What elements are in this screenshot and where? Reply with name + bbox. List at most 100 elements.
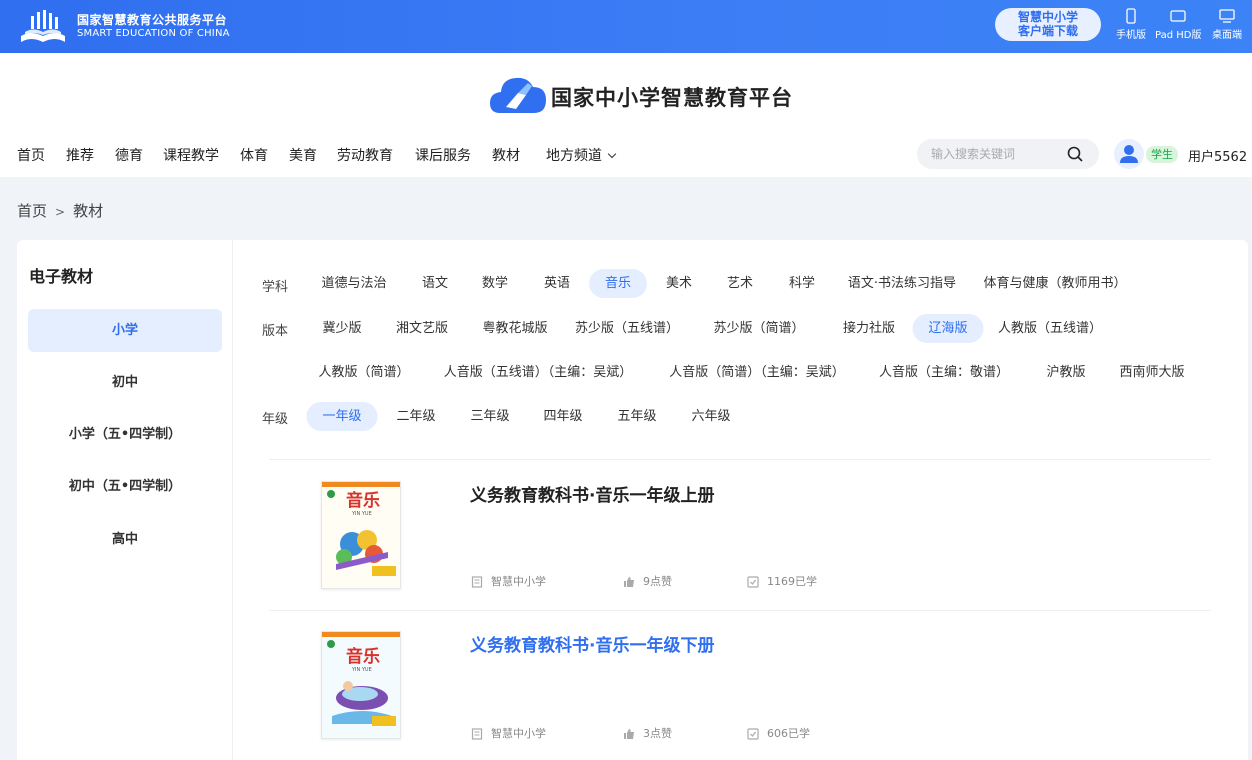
desktop-version-link[interactable]: 桌面端 [1212, 8, 1242, 41]
sidebar: 电子教材 小学 初中 小学（五•四学制） 初中（五•四学制） 高中 [17, 240, 233, 760]
nav-item-arts[interactable]: 美育 [289, 145, 317, 165]
book-logo-icon [21, 10, 65, 42]
phone-icon [1126, 8, 1136, 24]
book-title[interactable]: 义务教育教科书·音乐一年级下册 [470, 631, 714, 656]
subject-chip[interactable]: 语文·书法练习指导 [832, 269, 972, 298]
edition-chip[interactable]: 苏少版（五线谱） [559, 314, 695, 343]
sidebar-item-junior-54[interactable]: 初中（五•四学制） [28, 465, 222, 508]
sidebar-item-junior[interactable]: 初中 [28, 361, 222, 404]
breadcrumb-home[interactable]: 首页 [17, 202, 47, 220]
edition-chip[interactable]: 粤教花城版 [466, 314, 563, 343]
subject-chip[interactable]: 科学 [773, 269, 831, 298]
subject-chip[interactable]: 英语 [528, 269, 586, 298]
edition-chip[interactable]: 人音版（简谱）（主编：吴斌） [653, 358, 861, 387]
grade-chip[interactable]: 二年级 [380, 402, 451, 431]
sidebar-item-primary-54[interactable]: 小学（五•四学制） [28, 413, 222, 456]
edition-chip[interactable]: 湘文艺版 [380, 314, 464, 343]
book-title[interactable]: 义务教育教科书·音乐一年级上册 [470, 481, 714, 506]
download-line2: 客户端下载 [1017, 24, 1078, 38]
nav-item-home[interactable]: 首页 [17, 145, 45, 165]
sidebar-item-senior[interactable]: 高中 [28, 518, 222, 561]
subject-chip[interactable]: 语文 [406, 269, 464, 298]
sidebar-item-primary[interactable]: 小学 [28, 309, 222, 352]
book-cover[interactable]: 音乐 YIN YUE [321, 631, 401, 739]
publisher-text: 智慧中小学 [491, 575, 546, 588]
subject-chip[interactable]: 体育与健康（教师用书） [967, 269, 1142, 298]
nav-item-afterschool[interactable]: 课后服务 [415, 145, 471, 165]
breadcrumb-current: 教材 [73, 202, 104, 220]
site-header: 国家中小学智慧教育平台 首页 推荐 德育 课程教学 体育 美育 劳动教育 课后服… [0, 53, 1252, 177]
grade-chip-active[interactable]: 一年级 [306, 402, 378, 431]
search-icon[interactable] [1067, 146, 1083, 162]
book-cover-illustration-icon: 音乐 YIN YUE [322, 482, 400, 588]
grade-filter-label: 年级 [262, 412, 289, 427]
pad-version-link[interactable]: Pad HD版 [1155, 8, 1201, 41]
brand-name-cn: 国家智慧教育公共服务平台 [77, 13, 228, 27]
list-divider [269, 610, 1211, 611]
book-likes[interactable]: 9点赞 [623, 573, 672, 589]
edition-chip[interactable]: 接力社版 [827, 314, 911, 343]
avatar[interactable] [1114, 139, 1144, 169]
learners-text: 606已学 [767, 727, 810, 740]
learned-icon [747, 576, 759, 588]
edition-chip[interactable]: 人教版（简谱） [302, 358, 425, 387]
site-title: 国家中小学智慧教育平台 [551, 86, 793, 110]
chevron-down-icon [607, 149, 617, 159]
nav-item-course[interactable]: 课程教学 [163, 145, 219, 165]
likes-text: 9点赞 [643, 575, 672, 588]
nav-item-sports[interactable]: 体育 [240, 145, 268, 165]
cover-title-text: 音乐 [346, 646, 380, 667]
subject-chip[interactable]: 美术 [650, 269, 708, 298]
book-publisher: 智慧中小学 [471, 725, 546, 741]
learners-text: 1169已学 [767, 575, 817, 588]
nav-item-recommend[interactable]: 推荐 [66, 145, 94, 165]
monitor-icon [1219, 9, 1235, 23]
edition-chip[interactable]: 人音版（主编：敬谱） [863, 358, 1025, 387]
nav-item-moral[interactable]: 德育 [115, 145, 143, 165]
book-cover-illustration-icon: 音乐 YIN YUE [322, 632, 400, 738]
nav-item-local[interactable]: 地方频道 [546, 145, 617, 165]
subject-chip[interactable]: 道德与法治 [305, 269, 402, 298]
mobile-version-link[interactable]: 手机版 [1116, 8, 1146, 41]
edition-chip-active[interactable]: 辽海版 [912, 314, 984, 343]
device-label: 手机版 [1116, 30, 1146, 41]
grade-chip[interactable]: 四年级 [527, 402, 598, 431]
edition-chip[interactable]: 人音版（五线谱）（主编：吴斌） [428, 358, 649, 387]
edition-chip[interactable]: 沪教版 [1030, 358, 1101, 387]
learned-icon [747, 728, 759, 740]
thumbs-up-icon [624, 577, 634, 587]
edition-filter-label: 版本 [262, 324, 289, 339]
subject-chip[interactable]: 数学 [466, 269, 524, 298]
grade-chip[interactable]: 六年级 [675, 402, 746, 431]
nav-local-label: 地方频道 [546, 148, 602, 164]
client-download-button[interactable]: 智慧中小学 客户端下载 [995, 8, 1101, 41]
cover-title-text: 音乐 [346, 490, 380, 511]
cover-subtitle-text: YIN YUE [351, 511, 372, 517]
user-name[interactable]: 用户5562 [1188, 146, 1247, 165]
edition-chip[interactable]: 冀少版 [306, 314, 377, 343]
tablet-icon [1170, 10, 1186, 22]
cover-subtitle-text: YIN YUE [351, 667, 372, 673]
nav-item-textbook[interactable]: 教材 [492, 145, 520, 165]
likes-text: 3点赞 [643, 727, 672, 740]
document-icon [471, 576, 483, 588]
subject-chip[interactable]: 艺术 [711, 269, 769, 298]
nav-item-labor[interactable]: 劳动教育 [337, 145, 393, 165]
top-bar: 国家智慧教育公共服务平台 SMART EDUCATION OF CHINA 智慧… [0, 0, 1252, 53]
book-publisher: 智慧中小学 [471, 573, 546, 589]
device-label: Pad HD版 [1155, 30, 1202, 41]
edition-chip[interactable]: 人教版（五线谱） [982, 314, 1118, 343]
cloud-book-logo-icon [490, 77, 546, 113]
main-content: 学科 道德与法治 语文 数学 英语 音乐 美术 艺术 科学 语文·书法练习指导 … [233, 240, 1248, 760]
grade-chip[interactable]: 三年级 [454, 402, 525, 431]
role-badge: 学生 [1146, 146, 1178, 163]
grade-chip[interactable]: 五年级 [601, 402, 672, 431]
edition-chip[interactable]: 西南师大版 [1103, 358, 1200, 387]
book-cover[interactable]: 音乐 YIN YUE [321, 481, 401, 589]
search-box [917, 139, 1099, 169]
search-input[interactable] [931, 139, 1061, 169]
user-icon [1120, 145, 1138, 163]
edition-chip[interactable]: 苏少版（简谱） [697, 314, 820, 343]
book-likes[interactable]: 3点赞 [623, 725, 672, 741]
subject-chip-active[interactable]: 音乐 [588, 269, 648, 298]
